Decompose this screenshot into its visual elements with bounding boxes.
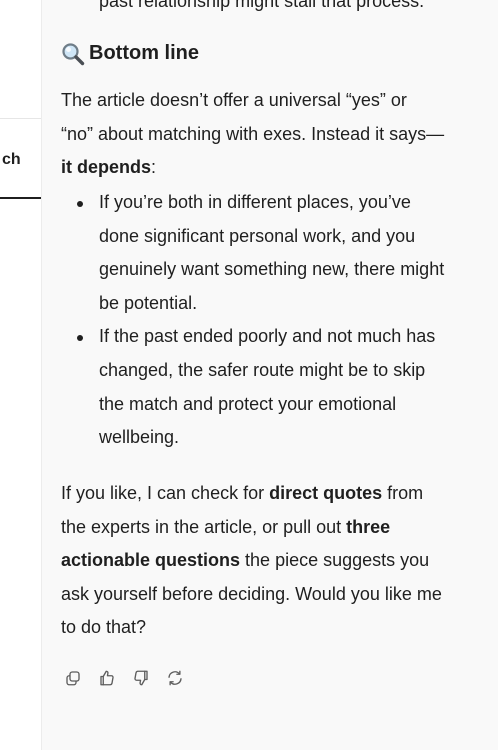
closing-text: the piece suggests you xyxy=(240,550,430,571)
closing-bold: three xyxy=(346,516,391,537)
intro-paragraph: The article doesn’t offer a universal “y… xyxy=(61,84,444,185)
closing-bold: direct quotes xyxy=(269,483,383,503)
closing-text: from xyxy=(382,483,424,503)
regenerate-icon xyxy=(168,670,182,686)
regenerate-button[interactable] xyxy=(163,666,187,690)
bullet-1-line-1: If you’re both in different places, you’… xyxy=(99,192,411,212)
chat-panel: past relationship might stall that proce… xyxy=(42,0,498,750)
thumbs-down-icon xyxy=(134,670,148,686)
intro-bold: it depends xyxy=(61,157,152,178)
list-item: If the past ended poorly and not much ha… xyxy=(61,320,493,454)
section-heading: Bottom line xyxy=(61,37,199,71)
intro-line-2: “no” about matching with exes. Instead i… xyxy=(61,123,445,144)
closing-bold: actionable questions xyxy=(61,550,241,571)
closing-text: ask yourself before deciding. Would you … xyxy=(61,583,442,604)
thumbs-up-button[interactable] xyxy=(95,666,119,690)
sidebar-divider xyxy=(0,118,41,119)
intro-after-bold: : xyxy=(151,157,157,178)
bullet-2-line-2: changed, the safer route might be to ski… xyxy=(99,359,426,380)
bullet-2-line-4: wellbeing. xyxy=(99,427,180,448)
clipped-text-line: past relationship might stall that proce… xyxy=(99,0,425,11)
closing-text: to do that? xyxy=(61,617,147,638)
magnifier-icon xyxy=(62,43,85,66)
sidebar-tab[interactable]: ch xyxy=(0,145,41,199)
bullet-2-line-1: If the past ended poorly and not much ha… xyxy=(99,326,436,347)
thumbs-up-icon xyxy=(100,670,114,686)
intro-line-1: The article doesn’t offer a universal “y… xyxy=(61,90,407,110)
bullet-1-line-3: genuinely want something new, there migh… xyxy=(99,259,445,280)
closing-text: the experts in the article, or pull out xyxy=(61,516,347,537)
bullet-1-line-4: be potential. xyxy=(99,292,198,313)
thumbs-down-button[interactable] xyxy=(129,666,153,690)
sidebar: ch xyxy=(0,0,42,750)
message-actions xyxy=(61,666,187,690)
heading-text: Bottom line xyxy=(89,42,199,65)
copy-button[interactable] xyxy=(61,666,85,690)
bullet-list: If you’re both in different places, you’… xyxy=(61,186,493,455)
list-item: If you’re both in different places, you’… xyxy=(61,186,493,320)
sidebar-tab-label: ch xyxy=(2,151,21,168)
closing-text: If you like, I can check for xyxy=(61,483,270,503)
copy-icon xyxy=(66,671,80,686)
bullet-2-line-3: the match and protect your emotional xyxy=(99,393,397,414)
bullet-1-line-2: done significant personal work, and you xyxy=(99,225,416,246)
closing-paragraph: If you like, I can check for direct quot… xyxy=(61,477,442,645)
